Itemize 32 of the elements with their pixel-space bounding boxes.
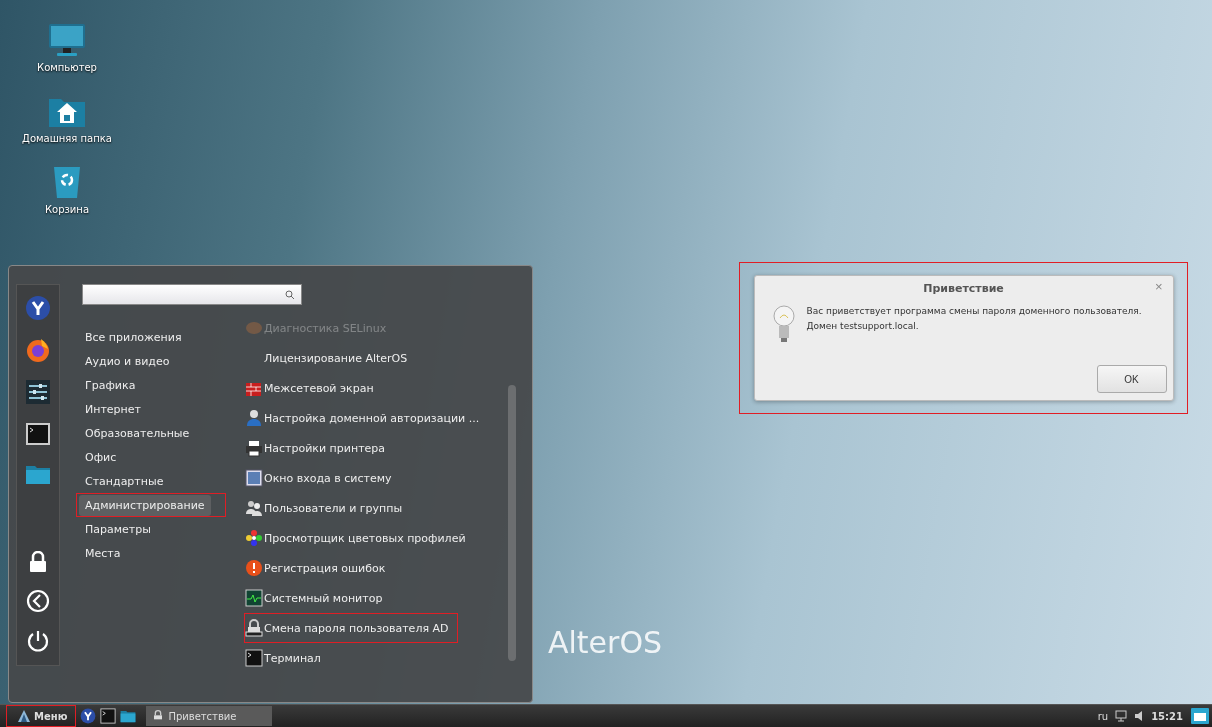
app-menu-item[interactable]: Системный монитор <box>244 583 392 613</box>
app-menu-item[interactable]: Межсетевой экран <box>244 373 383 403</box>
app-menu-item[interactable]: Окно входа в систему <box>244 463 401 493</box>
category-item[interactable]: Графика <box>79 374 142 396</box>
window-title: Приветствие <box>923 281 1004 295</box>
category-item[interactable]: Офис <box>79 446 123 468</box>
dialog-message: Вас приветствует программа смены пароля доменного пользователя. Домен testsupport.local. <box>806 305 1142 333</box>
ok-button[interactable]: OK <box>1096 365 1167 393</box>
category-item[interactable]: Все приложения <box>79 326 188 348</box>
taskbar-window-button[interactable]: Приветствие <box>146 706 273 726</box>
desktop-icon-label[interactable]: Домашняя папка <box>22 133 112 144</box>
keyboard-layout[interactable]: ru <box>1097 710 1109 722</box>
category-item[interactable]: Администрирование <box>79 494 211 516</box>
category-item[interactable]: Места <box>79 542 127 564</box>
app-menu-item[interactable]: Пользователи и группы <box>244 493 412 523</box>
app-menu-item[interactable]: Смена пароля пользователя AD <box>244 613 458 643</box>
app-menu-item[interactable]: Регистрация ошибок <box>244 553 395 583</box>
category-item[interactable]: Интернет <box>79 398 147 420</box>
category-item[interactable]: Аудио и видео <box>79 350 176 372</box>
menu-button[interactable]: Меню <box>6 705 77 727</box>
clock[interactable]: 15:21 <box>1151 710 1183 722</box>
app-menu-item[interactable]: Лицензирование AlterOS <box>244 343 417 373</box>
category-item[interactable]: Параметры <box>79 518 157 540</box>
category-item[interactable]: Образовательные <box>79 422 196 444</box>
app-menu-item[interactable]: Просмотрщик цветовых профилей <box>244 523 475 553</box>
desktop-icon-label[interactable]: Компьютер <box>37 62 97 73</box>
app-menu-item[interactable]: Настройка доменной авторизации ... <box>244 403 489 433</box>
app-menu-item[interactable]: Терминал <box>244 643 330 673</box>
desktop-icon-label[interactable]: Корзина <box>44 204 90 215</box>
category-item[interactable]: Стандартные <box>79 470 170 492</box>
wallpaper-logo: AlterOS <box>548 625 663 660</box>
app-menu-item[interactable]: Настройки принтера <box>244 433 395 463</box>
